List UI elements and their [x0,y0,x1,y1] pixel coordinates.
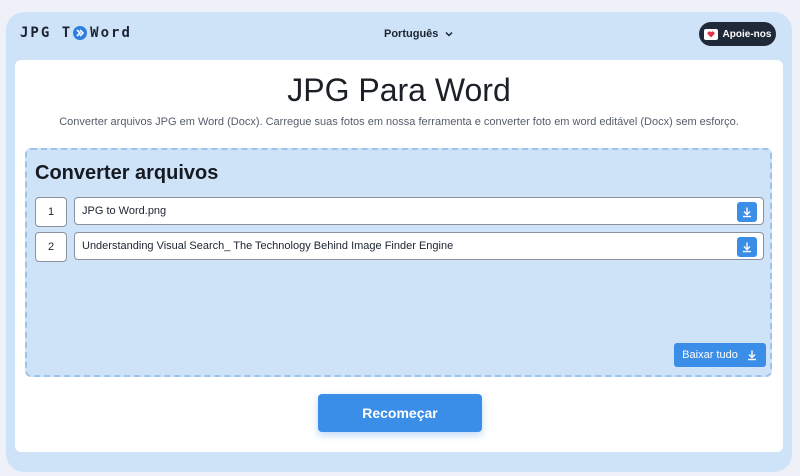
file-name-field: Understanding Visual Search_ The Technol… [74,232,764,260]
file-name: JPG to Word.png [82,205,167,217]
support-label: Apoie-nos [722,28,772,40]
converter-title: Converter arquivos [35,162,219,184]
app-frame: JPG T Word Português Apoie-nos JPG Para … [6,12,792,472]
coffee-heart-icon [703,28,718,40]
download-icon [747,350,756,361]
file-row: 1 JPG to Word.png [35,197,768,227]
language-label: Português [384,28,439,40]
file-name: Understanding Visual Search_ The Technol… [82,240,454,252]
site-logo[interactable]: JPG T Word [20,25,132,41]
download-button[interactable] [737,237,757,257]
download-icon [743,207,751,218]
download-all-button[interactable]: Baixar tudo [674,343,766,367]
double-chevron-right-icon [73,26,88,40]
logo-text-right: Word [90,25,132,41]
page-title: JPG Para Word [287,72,511,108]
file-index: 1 [35,197,67,227]
download-button[interactable] [737,202,757,222]
file-name-field: JPG to Word.png [74,197,764,225]
support-button[interactable]: Apoie-nos [699,22,776,46]
file-row: 2 Understanding Visual Search_ The Techn… [35,232,768,262]
restart-button[interactable]: Recomeçar [318,394,482,432]
converter-panel[interactable]: Converter arquivos 1 JPG to Word.png 2 U… [25,148,772,377]
main-card: JPG Para Word Converter arquivos JPG em … [15,60,783,452]
logo-text-left: JPG T [20,25,73,41]
chevron-down-icon [445,31,453,37]
download-icon [743,242,751,253]
top-bar: JPG T Word Português Apoie-nos [6,12,792,60]
restart-label: Recomeçar [362,405,438,421]
page-subtitle: Converter arquivos JPG em Word (Docx). C… [59,116,739,128]
language-selector[interactable]: Português [384,28,454,40]
download-all-label: Baixar tudo [682,349,738,361]
file-index: 2 [35,232,67,262]
